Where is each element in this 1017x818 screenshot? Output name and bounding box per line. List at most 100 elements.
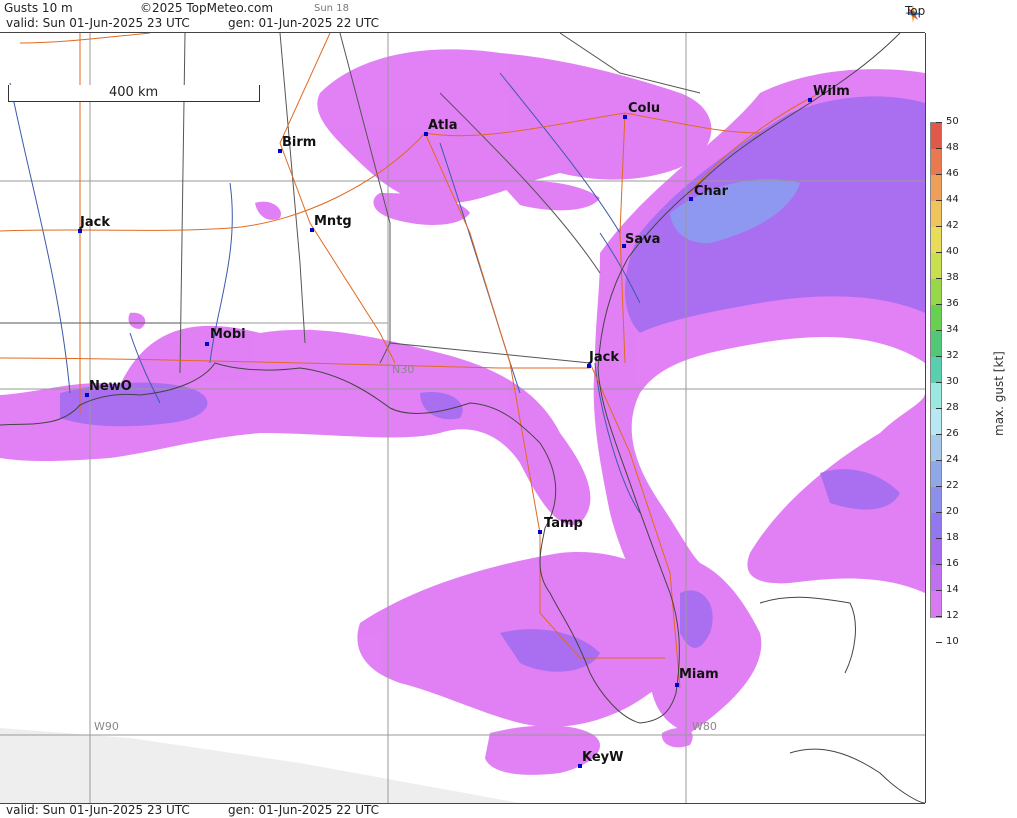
- legend-tick-label: 42: [946, 220, 959, 231]
- legend-tick-mark: [936, 460, 942, 461]
- legend-color-step: [931, 123, 941, 150]
- legend-tick-label: 16: [946, 558, 959, 569]
- city-marker: [205, 342, 209, 346]
- legend-tick-mark: [936, 642, 942, 643]
- legend-tick-label: 34: [946, 324, 959, 335]
- map-canvas: [0, 33, 925, 803]
- product-title: Gusts 10 m: [4, 1, 73, 15]
- city-marker: [675, 683, 679, 687]
- legend-tick-mark: [936, 356, 942, 357]
- legend-tick-mark: [936, 434, 942, 435]
- footer-gen-time: gen: 01-Jun-2025 22 UTC: [228, 803, 380, 817]
- city-label-mntg[interactable]: Mntg: [314, 214, 352, 229]
- legend-tick-mark: [936, 408, 942, 409]
- grid-label-n30: N30: [392, 363, 415, 376]
- legend-tick-label: 38: [946, 272, 959, 283]
- legend-color-step: [931, 539, 941, 566]
- city-label-newo[interactable]: NewO: [89, 379, 132, 394]
- legend-color-step: [931, 357, 941, 384]
- legend-tick-mark: [936, 226, 942, 227]
- weather-map[interactable]: 400 km W90 W80 N30 Birm Atla Colu Wilm C…: [0, 33, 926, 803]
- legend-tick-label: 28: [946, 402, 959, 413]
- legend-tick-label: 22: [946, 480, 959, 491]
- legend-tick-mark: [936, 382, 942, 383]
- city-marker: [538, 530, 542, 534]
- legend-tick-mark: [936, 148, 942, 149]
- legend-tick-label: 44: [946, 194, 959, 205]
- legend-tick-label: 50: [946, 116, 959, 127]
- city-label-jack-fl[interactable]: Jack: [589, 350, 619, 365]
- legend-color-step: [931, 461, 941, 488]
- legend-tick-label: 40: [946, 246, 959, 257]
- legend-color-step: [931, 175, 941, 202]
- legend-tick-label: 10: [946, 636, 959, 647]
- legend-color-step: [931, 409, 941, 436]
- legend-color-step: [931, 435, 941, 462]
- city-label-mobi[interactable]: Mobi: [210, 327, 246, 342]
- legend-color-step: [931, 591, 941, 618]
- city-marker: [689, 197, 693, 201]
- scale-label: 400 km: [109, 85, 159, 100]
- legend-color-step: [931, 305, 941, 332]
- legend-tick-mark: [936, 252, 942, 253]
- city-label-miam[interactable]: Miam: [679, 667, 719, 682]
- legend-tick-mark: [936, 590, 942, 591]
- gen-time: gen: 01-Jun-2025 22 UTC: [228, 16, 380, 30]
- legend-tick-label: 26: [946, 428, 959, 439]
- legend-tick-mark: [936, 538, 942, 539]
- legend-color-step: [931, 227, 941, 254]
- legend-tick-label: 32: [946, 350, 959, 361]
- legend-color-step: [931, 513, 941, 540]
- topmeteo-logo[interactable]: TopMeteo: [905, 4, 962, 23]
- city-label-birm[interactable]: Birm: [282, 135, 316, 150]
- legend-color-step: [931, 201, 941, 228]
- legend-tick-mark: [936, 486, 942, 487]
- legend-tick-label: 24: [946, 454, 959, 465]
- legend-tick-label: 48: [946, 142, 959, 153]
- legend-tick-label: 46: [946, 168, 959, 179]
- legend-tick-mark: [936, 304, 942, 305]
- legend-tick-label: 14: [946, 584, 959, 595]
- legend-tick-label: 18: [946, 532, 959, 543]
- legend-tick-mark: [936, 616, 942, 617]
- copyright-text: ©2025 TopMeteo.com: [140, 1, 274, 15]
- legend-tick-mark: [936, 330, 942, 331]
- footer-valid-time: valid: Sun 01-Jun-2025 23 UTC: [6, 803, 190, 817]
- city-marker: [808, 98, 812, 102]
- city-label-char[interactable]: Char: [694, 184, 728, 199]
- legend-tick-mark: [936, 174, 942, 175]
- legend-color-bar: [930, 122, 942, 618]
- city-label-jack-ms[interactable]: Jack: [80, 215, 110, 230]
- legend-tick-label: 36: [946, 298, 959, 309]
- legend-tick-mark: [936, 200, 942, 201]
- grid-label-w90: W90: [94, 720, 119, 733]
- legend-color-step: [931, 487, 941, 514]
- city-marker: [623, 115, 627, 119]
- legend-color-step: [931, 331, 941, 358]
- no-data-region: [0, 728, 520, 803]
- legend-color-step: [931, 279, 941, 306]
- city-label-sava[interactable]: Sava: [625, 232, 660, 247]
- city-label-colu[interactable]: Colu: [628, 101, 660, 116]
- legend-color-step: [931, 253, 941, 280]
- valid-time: valid: Sun 01-Jun-2025 23 UTC: [6, 16, 190, 30]
- legend-tick-mark: [936, 512, 942, 513]
- city-label-wilm[interactable]: Wilm: [813, 84, 850, 99]
- day-label: Sun 18: [314, 3, 349, 14]
- legend-tick-label: 20: [946, 506, 959, 517]
- map-header: Gusts 10 m ©2025 TopMeteo.com Sun 18 val…: [0, 0, 962, 33]
- legend-tick-mark: [936, 122, 942, 123]
- legend-color-step: [931, 383, 941, 410]
- city-label-keyw[interactable]: KeyW: [582, 750, 623, 765]
- scale-bar: 400 km: [8, 85, 260, 102]
- legend-color-step: [931, 149, 941, 176]
- map-footer: valid: Sun 01-Jun-2025 23 UTC gen: 01-Ju…: [0, 803, 925, 818]
- legend-tick-mark: [936, 564, 942, 565]
- city-label-atla[interactable]: Atla: [428, 118, 458, 133]
- legend-tick-label: 12: [946, 610, 959, 621]
- legend-tick-label: 30: [946, 376, 959, 387]
- city-label-tamp[interactable]: Tamp: [544, 516, 583, 531]
- legend-title: max. gust [kt]: [992, 351, 1006, 436]
- legend-tick-mark: [936, 278, 942, 279]
- legend-color-step: [931, 565, 941, 592]
